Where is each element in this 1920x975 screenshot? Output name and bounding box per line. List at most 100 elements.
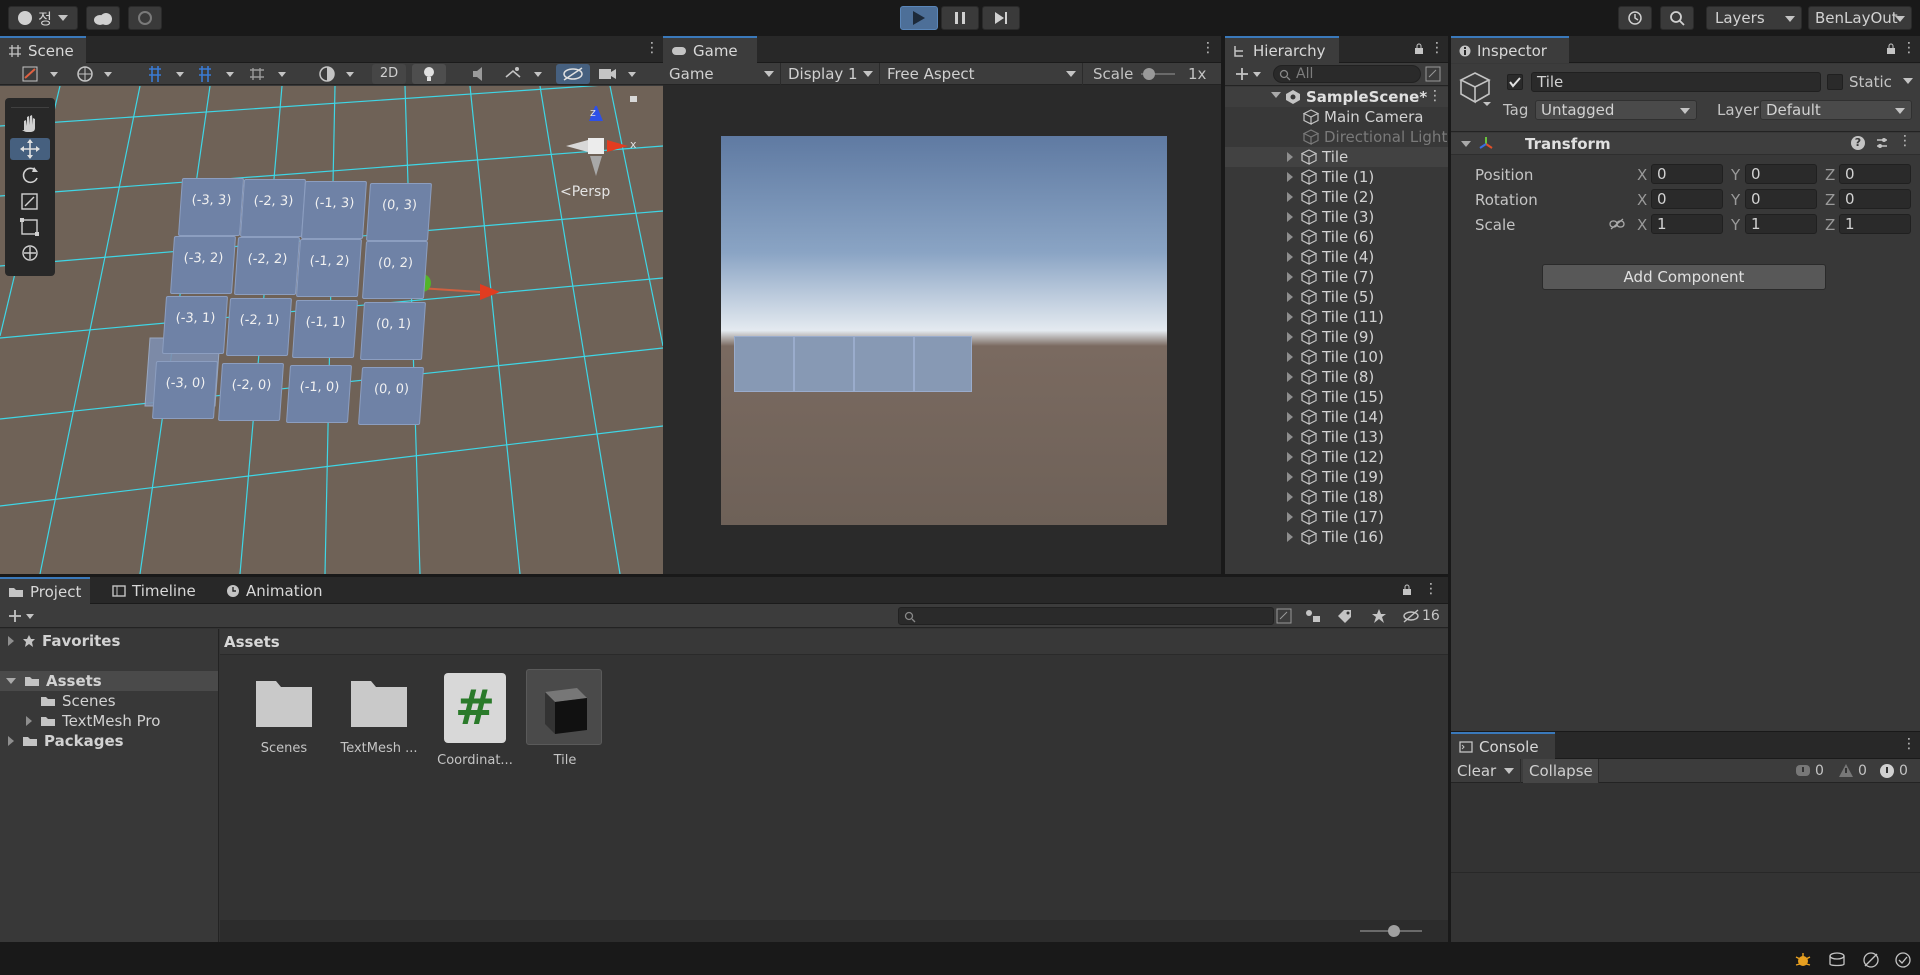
hierarchy-item[interactable]: Tile (13) xyxy=(1225,427,1448,447)
scale-tool[interactable] xyxy=(10,190,50,212)
scene-tile[interactable]: (-2, 0) xyxy=(217,363,285,421)
search-button[interactable] xyxy=(1660,6,1694,30)
expand-arrow-icon[interactable] xyxy=(1287,152,1293,162)
scene-tile[interactable]: (-3, 3) xyxy=(177,178,245,236)
scale-z-field[interactable]: 1 xyxy=(1839,214,1911,234)
scene-menu-icon[interactable]: ⋮ xyxy=(645,41,659,57)
globe-dropdown[interactable] xyxy=(76,65,116,83)
rotation-z-field[interactable]: 0 xyxy=(1839,189,1911,209)
hierarchy-item[interactable]: Tile (2) xyxy=(1225,187,1448,207)
scene-tile[interactable]: (-1, 1) xyxy=(291,300,359,358)
scene-menu-icon[interactable]: ⋮ xyxy=(1428,88,1442,104)
asset-tile-prefab[interactable]: Tile xyxy=(526,669,604,773)
history-button[interactable] xyxy=(1618,6,1652,30)
filter-type-icon[interactable] xyxy=(1304,608,1322,624)
step-button[interactable] xyxy=(982,6,1020,30)
increment-snap-dropdown[interactable] xyxy=(248,65,292,83)
scene-tile[interactable]: (-2, 1) xyxy=(225,298,293,356)
audio-toggle[interactable] xyxy=(470,65,490,83)
expand-arrow-icon[interactable] xyxy=(1287,252,1293,262)
camera-dropdown[interactable] xyxy=(598,65,642,83)
scene-tile[interactable]: (0, 2) xyxy=(361,241,429,299)
collab-button[interactable] xyxy=(128,6,162,30)
draw-mode-dropdown[interactable] xyxy=(22,65,62,83)
tab-timeline[interactable]: Timeline xyxy=(104,577,198,604)
scale-slider-handle[interactable] xyxy=(1143,68,1155,80)
expand-arrow-icon[interactable] xyxy=(1287,192,1293,202)
expand-arrow-icon[interactable] xyxy=(1287,352,1293,362)
expand-arrow-icon[interactable] xyxy=(1287,232,1293,242)
expand-arrow-icon[interactable] xyxy=(1287,372,1293,382)
position-x-field[interactable]: 0 xyxy=(1651,164,1723,184)
tree-assets[interactable]: Assets xyxy=(0,671,218,691)
hierarchy-item[interactable]: Tile (8) xyxy=(1225,367,1448,387)
hierarchy-item[interactable]: Tile (10) xyxy=(1225,347,1448,367)
hierarchy-item[interactable]: Tile (19) xyxy=(1225,467,1448,487)
scene-tile[interactable]: (-1, 3) xyxy=(300,181,368,239)
icon-size-handle[interactable] xyxy=(1388,925,1400,937)
hierarchy-item[interactable]: Tile (6) xyxy=(1225,227,1448,247)
tree-textmesh-pro[interactable]: TextMesh Pro xyxy=(0,711,218,731)
active-checkbox[interactable] xyxy=(1507,74,1523,90)
scene-tile[interactable]: (-1, 2) xyxy=(295,239,363,297)
tree-scenes[interactable]: Scenes xyxy=(0,691,218,711)
info-count[interactable]: 0 xyxy=(1795,762,1824,780)
game-mode-dropdown[interactable]: Game xyxy=(663,63,781,85)
cache-server-icon[interactable] xyxy=(1828,951,1846,969)
expand-arrow-icon[interactable] xyxy=(1287,412,1293,422)
game-viewport[interactable] xyxy=(721,136,1167,525)
progress-check-icon[interactable] xyxy=(1894,951,1912,969)
hierarchy-item[interactable]: Tile (7) xyxy=(1225,267,1448,287)
scene-tile[interactable]: (-3, 0) xyxy=(151,361,219,419)
create-asset-dropdown[interactable] xyxy=(8,608,38,624)
hierarchy-item[interactable]: Tile (3) xyxy=(1225,207,1448,227)
asset-textmesh-folder[interactable]: TextMesh ... xyxy=(336,673,422,773)
shading-dropdown[interactable] xyxy=(318,65,362,83)
hierarchy-item[interactable]: Main Camera xyxy=(1225,107,1448,127)
position-y-field[interactable]: 0 xyxy=(1745,164,1817,184)
pause-button[interactable] xyxy=(941,6,979,30)
scene-tile[interactable]: (-3, 2) xyxy=(169,236,237,294)
lock-icon[interactable] xyxy=(1886,43,1896,55)
preset-icon[interactable] xyxy=(1875,136,1889,150)
layout-dropdown[interactable]: BenLayOut xyxy=(1808,6,1912,30)
layer-dropdown[interactable]: Default xyxy=(1760,100,1912,120)
move-tool[interactable] xyxy=(10,138,50,160)
network-off-icon[interactable] xyxy=(1862,951,1880,969)
help-icon[interactable]: ? xyxy=(1851,136,1865,150)
add-component-button[interactable]: Add Component xyxy=(1542,264,1826,290)
filter-label-icon[interactable] xyxy=(1336,608,1354,624)
console-menu-icon[interactable]: ⋮ xyxy=(1902,737,1916,753)
scene-tile[interactable]: (-3, 1) xyxy=(161,296,229,354)
hierarchy-item[interactable]: Tile (11) xyxy=(1225,307,1448,327)
scene-root-row[interactable]: SampleScene* ⋮ xyxy=(1225,87,1448,107)
transform-tool[interactable] xyxy=(10,242,50,264)
expand-arrow-icon[interactable] xyxy=(1287,212,1293,222)
aspect-dropdown[interactable]: Free Aspect xyxy=(881,63,1083,85)
expand-arrow-icon[interactable] xyxy=(1287,272,1293,282)
orientation-gizmo[interactable]: z x xyxy=(552,106,642,186)
collapse-toggle[interactable]: Collapse xyxy=(1523,759,1599,783)
scale-y-field[interactable]: 1 xyxy=(1745,214,1817,234)
hierarchy-item[interactable]: Tile (14) xyxy=(1225,407,1448,427)
scene-tile[interactable]: (-2, 3) xyxy=(239,179,307,237)
hierarchy-item[interactable]: Tile (16) xyxy=(1225,527,1448,547)
hierarchy-item[interactable]: Tile (15) xyxy=(1225,387,1448,407)
scene-tile[interactable]: (0, 1) xyxy=(359,302,427,360)
search-options-icon[interactable] xyxy=(1425,66,1441,82)
tab-game[interactable]: Game xyxy=(663,36,757,63)
tab-inspector[interactable]: Inspector xyxy=(1451,36,1569,63)
tab-project[interactable]: Project xyxy=(0,577,90,604)
expand-arrow-icon[interactable] xyxy=(1287,332,1293,342)
rotation-y-field[interactable]: 0 xyxy=(1745,189,1817,209)
hierarchy-item[interactable]: Tile xyxy=(1225,147,1448,167)
constrain-proportions-icon[interactable] xyxy=(1609,218,1625,230)
expand-arrow-icon[interactable] xyxy=(1287,532,1293,542)
project-search-input[interactable] xyxy=(898,607,1274,625)
create-dropdown[interactable] xyxy=(1235,66,1265,82)
hierarchy-item[interactable]: Tile (5) xyxy=(1225,287,1448,307)
scene-tile[interactable]: (0, 3) xyxy=(365,183,433,241)
hierarchy-item[interactable]: Tile (1) xyxy=(1225,167,1448,187)
expand-arrow-icon[interactable] xyxy=(1287,512,1293,522)
game-menu-icon[interactable]: ⋮ xyxy=(1201,41,1215,57)
